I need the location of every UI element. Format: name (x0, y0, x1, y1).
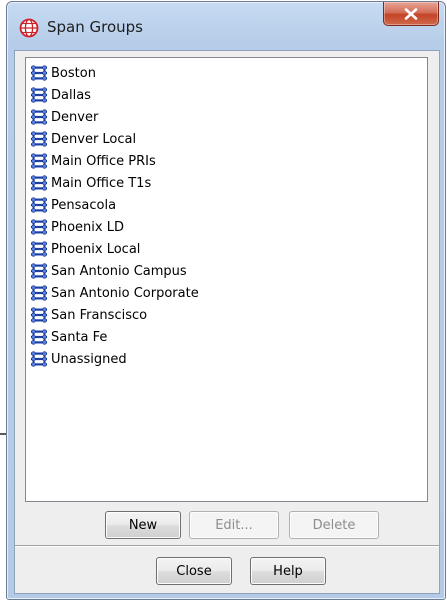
span-group-list[interactable]: Boston Dallas Denver Denver Local Main O… (25, 57, 428, 502)
network-group-icon (30, 87, 48, 103)
network-group-icon (30, 65, 48, 81)
list-item[interactable]: Main Office PRIs (30, 150, 156, 172)
network-group-icon (30, 241, 48, 257)
list-item[interactable]: Phoenix Local (30, 238, 140, 260)
network-group-icon (30, 307, 48, 323)
list-item[interactable]: Denver (30, 106, 98, 128)
list-item-label: Unassigned (51, 351, 127, 367)
list-item[interactable]: San Antonio Campus (30, 260, 187, 282)
window-close-button[interactable] (383, 2, 439, 26)
list-item-label: Denver (51, 109, 99, 125)
list-item-label: San Antonio Campus (51, 263, 187, 279)
list-item-label: Santa Fe (51, 329, 108, 345)
list-item[interactable]: Main Office T1s (30, 172, 151, 194)
list-item[interactable]: Pensacola (30, 194, 116, 216)
window-title: Span Groups (47, 18, 143, 36)
list-item[interactable]: San Franscisco (30, 304, 147, 326)
network-group-icon (30, 351, 48, 367)
network-group-icon (30, 175, 48, 191)
list-item-label: Boston (51, 65, 96, 81)
close-button[interactable]: Close (156, 557, 232, 585)
help-button[interactable]: Help (250, 557, 326, 585)
list-item[interactable]: San Antonio Corporate (30, 282, 199, 304)
span-groups-dialog: Span Groups Boston Dallas Denver Denver … (6, 1, 446, 600)
list-item-label: Main Office T1s (51, 175, 152, 191)
list-item[interactable]: Dallas (30, 84, 91, 106)
delete-button[interactable]: Delete (289, 511, 379, 539)
network-group-icon (30, 131, 48, 147)
list-item-label: Dallas (51, 87, 91, 103)
list-item[interactable]: Santa Fe (30, 326, 107, 348)
network-group-icon (30, 153, 48, 169)
list-item-label: Pensacola (51, 197, 117, 213)
dialog-content: Boston Dallas Denver Denver Local Main O… (14, 50, 440, 594)
network-group-icon (30, 197, 48, 213)
list-item-label: San Antonio Corporate (51, 285, 199, 301)
screenshot-stage: Span Groups Boston Dallas Denver Denver … (0, 0, 447, 601)
network-group-icon (30, 219, 48, 235)
list-item-label: Phoenix Local (51, 241, 141, 257)
list-item-label: Phoenix LD (51, 219, 124, 235)
list-item[interactable]: Unassigned (30, 348, 127, 370)
title-bar[interactable]: Span Groups (7, 2, 445, 50)
list-item[interactable]: Denver Local (30, 128, 136, 150)
network-group-icon (30, 285, 48, 301)
globe-icon (19, 18, 39, 38)
list-item[interactable]: Boston (30, 62, 96, 84)
list-item-label: San Franscisco (51, 307, 148, 323)
close-icon (404, 7, 418, 20)
edit-button[interactable]: Edit... (189, 511, 279, 539)
network-group-icon (30, 329, 48, 345)
network-group-icon (30, 263, 48, 279)
network-group-icon (30, 109, 48, 125)
divider (15, 545, 439, 547)
list-item[interactable]: Phoenix LD (30, 216, 124, 238)
list-item-label: Denver Local (51, 131, 137, 147)
new-button[interactable]: New (105, 511, 181, 539)
list-item-label: Main Office PRIs (51, 153, 156, 169)
